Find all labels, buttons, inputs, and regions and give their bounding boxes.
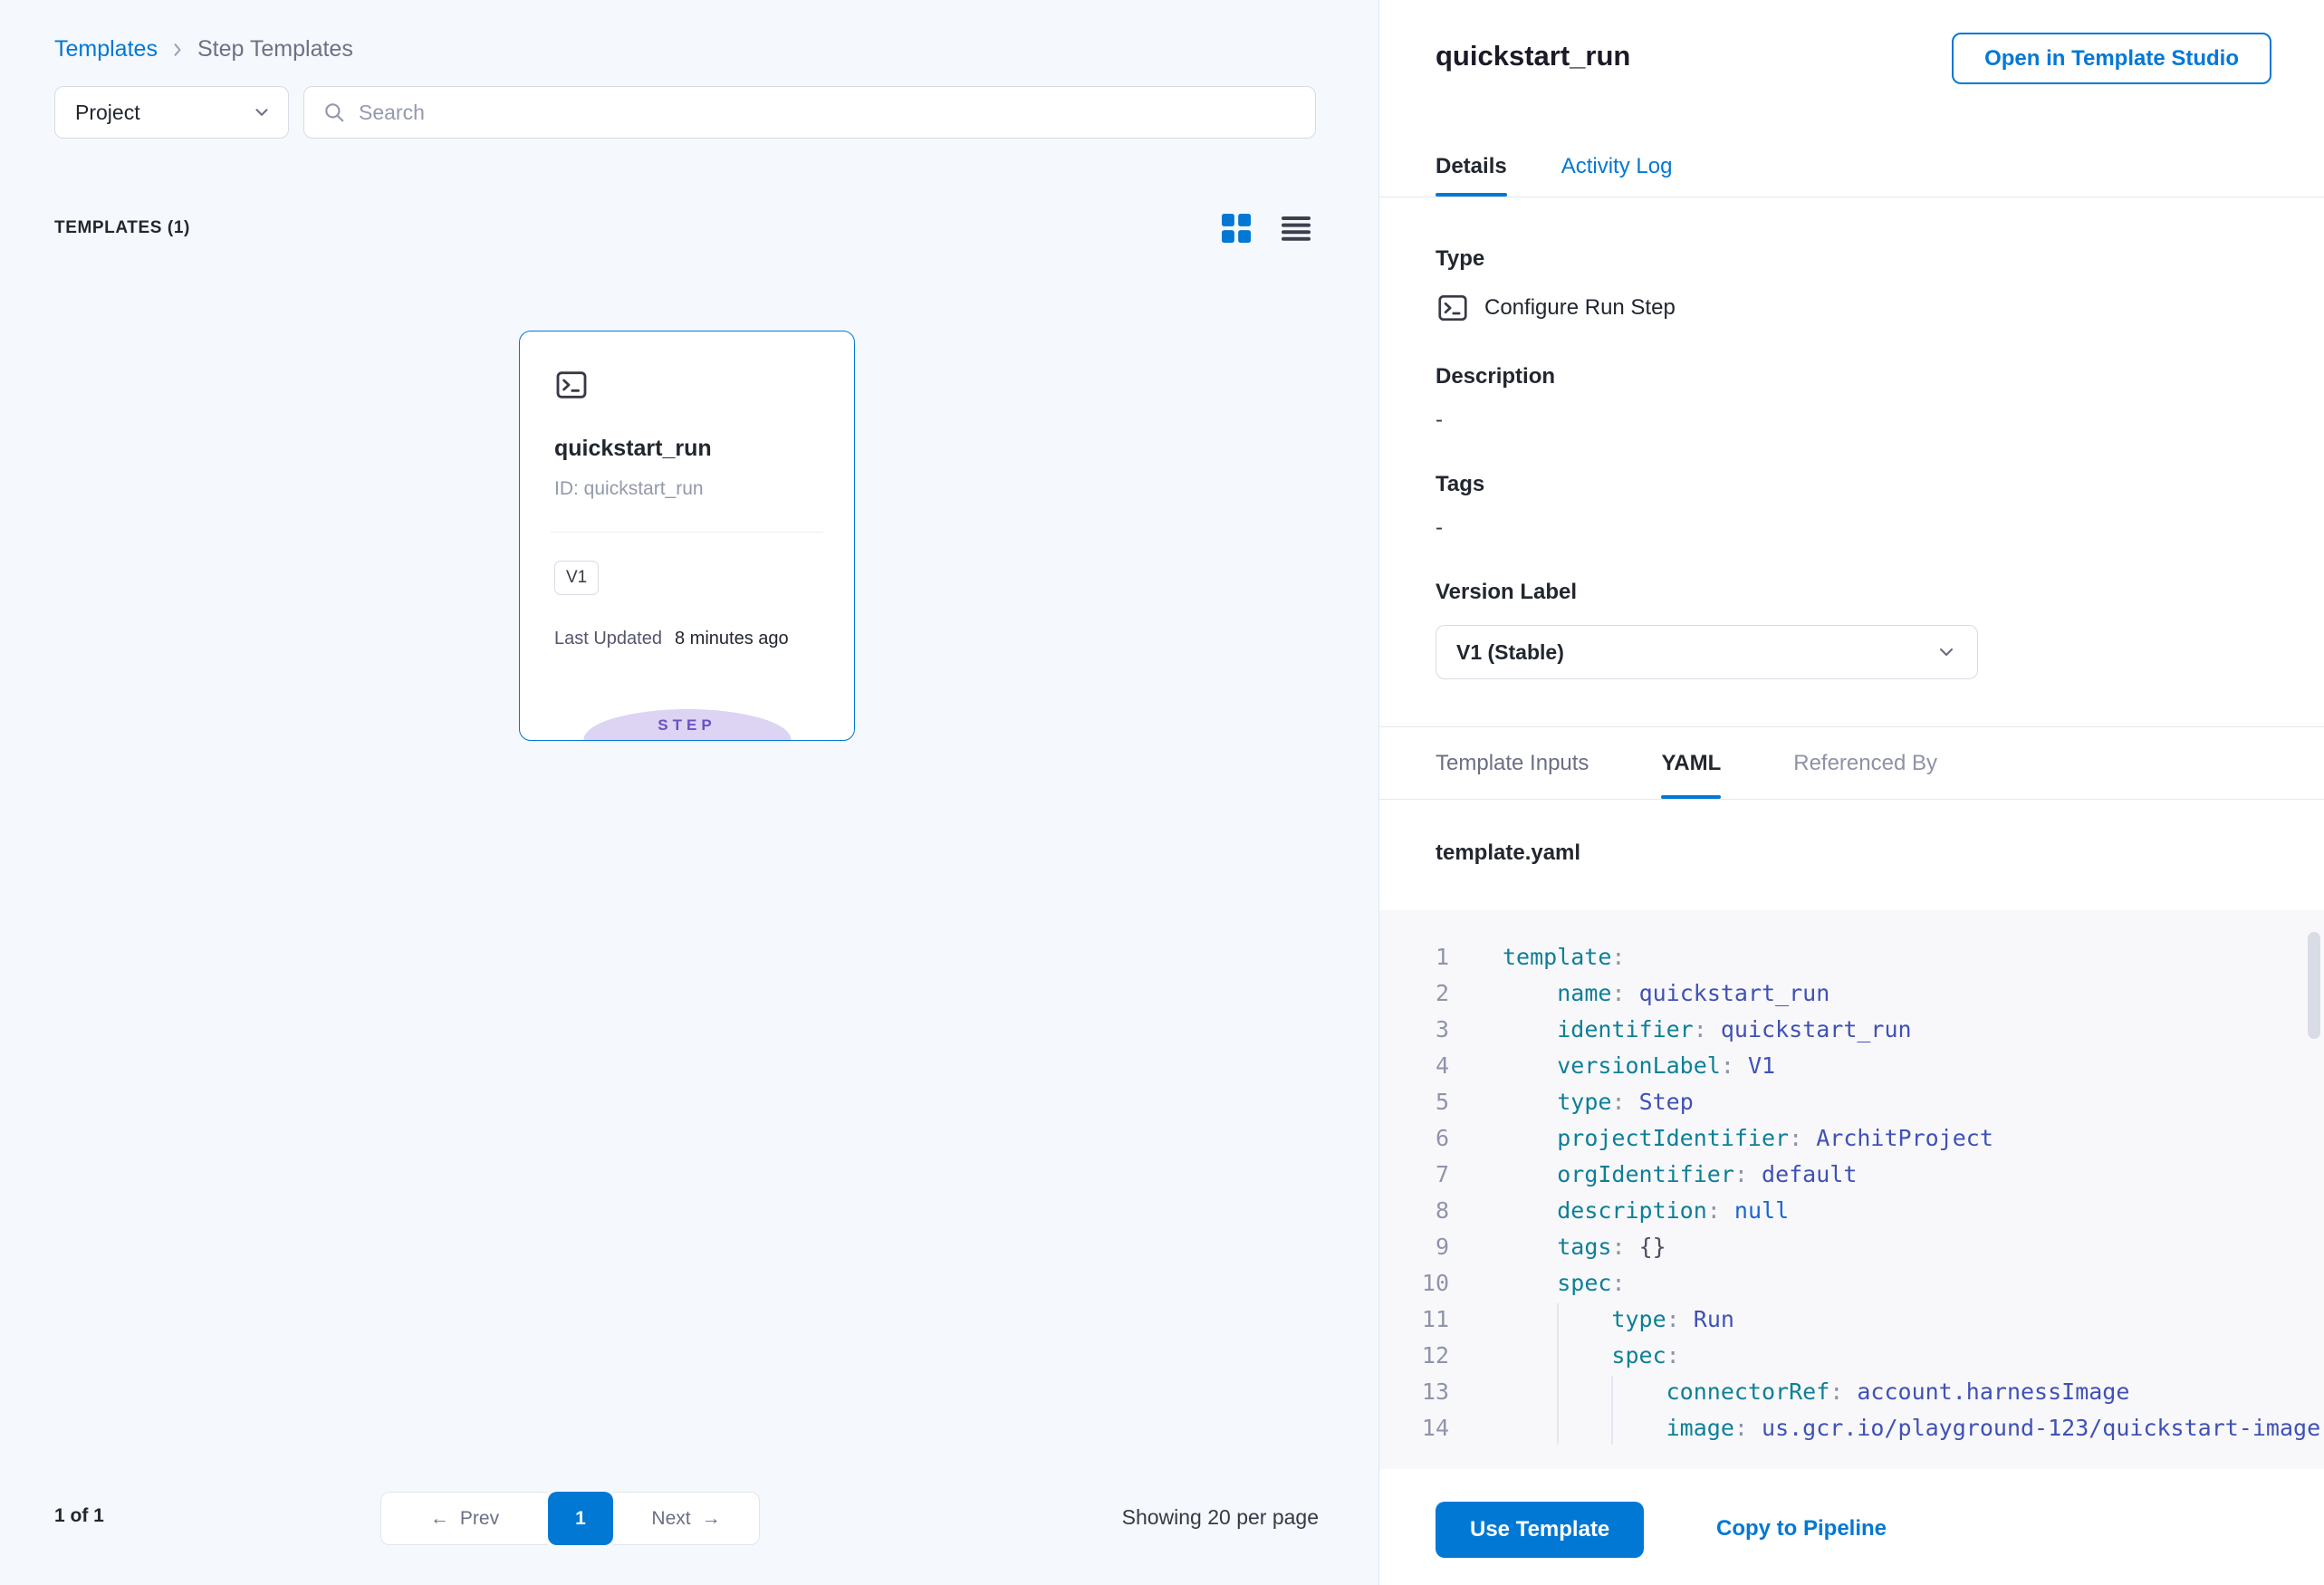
code-line: 13 connectorRef: account.harnessImage bbox=[1379, 1374, 2324, 1410]
next-page-button[interactable]: Next → bbox=[613, 1492, 760, 1545]
tab-activity-log[interactable]: Activity Log bbox=[1561, 136, 1673, 197]
code-line: 12 spec: bbox=[1379, 1338, 2324, 1374]
chevron-down-icon bbox=[1935, 641, 1957, 663]
type-label: Type bbox=[1436, 246, 1484, 272]
code-line: 11 type: Run bbox=[1379, 1302, 2324, 1338]
code-line: 1template: bbox=[1379, 939, 2324, 975]
card-id: ID: quickstart_run bbox=[554, 478, 704, 500]
run-step-terminal-icon bbox=[553, 367, 590, 403]
code-line: 9 tags: {} bbox=[1379, 1229, 2324, 1265]
subtab-template-inputs[interactable]: Template Inputs bbox=[1436, 727, 1589, 799]
yaml-file-name: template.yaml bbox=[1436, 841, 1580, 866]
breadcrumb: Templates Step Templates bbox=[54, 36, 353, 62]
panel-title: quickstart_run bbox=[1436, 40, 1630, 72]
copy-to-pipeline-link[interactable]: Copy to Pipeline bbox=[1716, 1516, 1887, 1542]
templates-count-label: TEMPLATES (1) bbox=[54, 218, 190, 238]
scope-select[interactable]: Project bbox=[54, 86, 289, 139]
tab-details[interactable]: Details bbox=[1436, 136, 1507, 197]
pagination: ← Prev 1 Next → bbox=[380, 1492, 760, 1545]
subtab-yaml[interactable]: YAML bbox=[1661, 727, 1721, 799]
prev-label: Prev bbox=[460, 1508, 499, 1530]
grid-view-icon[interactable] bbox=[1222, 214, 1251, 243]
per-page-label: Showing 20 per page bbox=[1122, 1505, 1319, 1530]
version-select[interactable]: V1 (Stable) bbox=[1436, 625, 1978, 679]
yaml-subtabs: Template Inputs YAML Referenced By bbox=[1379, 727, 2324, 800]
use-template-button[interactable]: Use Template bbox=[1436, 1502, 1644, 1558]
result-count: 1 of 1 bbox=[54, 1505, 104, 1527]
template-details-panel: quickstart_run Open in Template Studio D… bbox=[1378, 0, 2324, 1585]
version-label: Version Label bbox=[1436, 580, 1577, 605]
type-value: Configure Run Step bbox=[1484, 295, 1676, 321]
last-updated-value: 8 minutes ago bbox=[675, 629, 789, 649]
run-step-terminal-icon bbox=[1436, 291, 1470, 325]
template-kind-ribbon: STEP bbox=[583, 709, 791, 740]
version-badge: V1 bbox=[554, 561, 599, 595]
open-in-template-studio-button[interactable]: Open in Template Studio bbox=[1952, 33, 2271, 84]
search-box bbox=[303, 86, 1316, 139]
last-updated-row: Last Updated 8 minutes ago bbox=[554, 629, 789, 649]
page-1-button[interactable]: 1 bbox=[548, 1492, 613, 1545]
view-toggles bbox=[1222, 214, 1311, 243]
list-view-icon[interactable] bbox=[1282, 216, 1311, 241]
code-line: 3 identifier: quickstart_run bbox=[1379, 1012, 2324, 1048]
search-input[interactable] bbox=[359, 101, 1297, 125]
code-line: 14 image: us.gcr.io/playground-123/quick… bbox=[1379, 1410, 2324, 1446]
card-title: quickstart_run bbox=[554, 436, 712, 462]
next-label: Next bbox=[651, 1508, 690, 1530]
scope-select-value: Project bbox=[75, 101, 140, 125]
last-updated-label: Last Updated bbox=[554, 629, 662, 649]
list-header-row: TEMPLATES (1) bbox=[54, 207, 1311, 250]
description-label: Description bbox=[1436, 364, 1555, 389]
code-scrollbar-thumb[interactable] bbox=[2308, 932, 2320, 1039]
description-value: - bbox=[1436, 408, 1443, 433]
search-icon bbox=[322, 101, 346, 124]
subtab-referenced-by[interactable]: Referenced By bbox=[1793, 727, 1937, 799]
code-line: 6 projectIdentifier: ArchitProject bbox=[1379, 1120, 2324, 1157]
arrow-right-icon: → bbox=[702, 1508, 721, 1530]
breadcrumb-chevron-icon bbox=[168, 41, 187, 59]
code-line: 7 orgIdentifier: default bbox=[1379, 1157, 2324, 1193]
templates-list-panel: Templates Step Templates Project TEMPLAT… bbox=[0, 0, 1378, 1585]
details-tabs: Details Activity Log bbox=[1379, 136, 2324, 197]
card-divider bbox=[551, 532, 823, 533]
prev-page-button[interactable]: ← Prev bbox=[380, 1492, 548, 1545]
yaml-code-viewer[interactable]: 1template:2 name: quickstart_run3 identi… bbox=[1379, 910, 2324, 1469]
version-select-value: V1 (Stable) bbox=[1456, 640, 1564, 665]
app-window: Templates Step Templates Project TEMPLAT… bbox=[0, 0, 2324, 1585]
code-line: 8 description: null bbox=[1379, 1193, 2324, 1229]
chevron-down-icon bbox=[252, 102, 272, 122]
arrow-left-icon: ← bbox=[430, 1508, 449, 1530]
code-lines: 1template:2 name: quickstart_run3 identi… bbox=[1379, 939, 2324, 1446]
template-card[interactable]: quickstart_run ID: quickstart_run V1 Las… bbox=[519, 331, 855, 741]
code-line: 4 versionLabel: V1 bbox=[1379, 1048, 2324, 1084]
tags-label: Tags bbox=[1436, 472, 1484, 497]
type-value-row: Configure Run Step bbox=[1436, 290, 1676, 326]
code-line: 5 type: Step bbox=[1379, 1084, 2324, 1120]
breadcrumb-templates-link[interactable]: Templates bbox=[54, 36, 158, 62]
breadcrumb-current: Step Templates bbox=[197, 36, 353, 62]
code-line: 2 name: quickstart_run bbox=[1379, 975, 2324, 1012]
code-line: 10 spec: bbox=[1379, 1265, 2324, 1302]
tags-value: - bbox=[1436, 515, 1443, 541]
